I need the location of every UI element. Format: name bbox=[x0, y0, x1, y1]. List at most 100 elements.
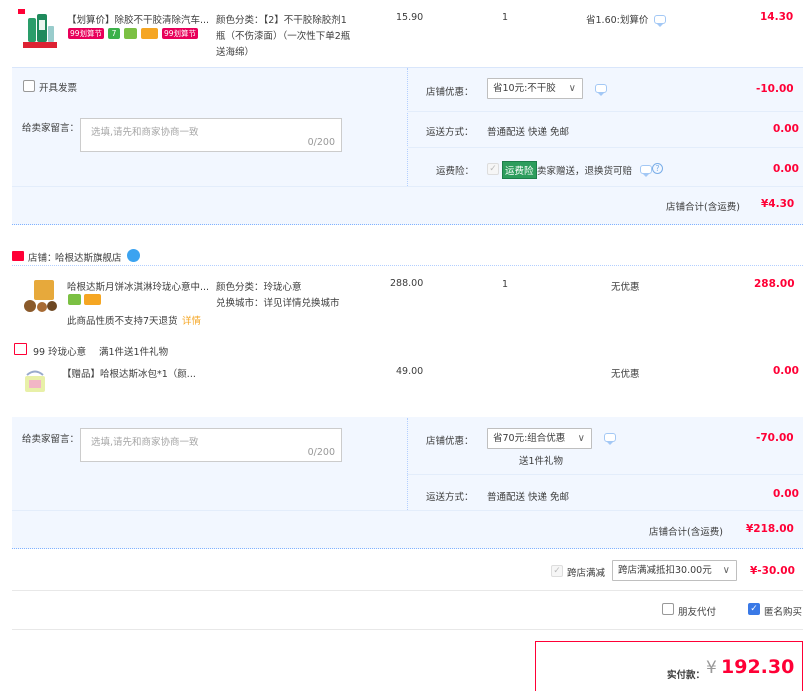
spec-line-1: 颜色分类：【2】不干胶除胶剂1 bbox=[216, 15, 347, 26]
panel-row-divider bbox=[407, 111, 803, 112]
panel-vertical-divider bbox=[407, 68, 408, 186]
panel-row-divider bbox=[407, 474, 803, 475]
gift-unit-price: 49.00 bbox=[396, 366, 424, 377]
product-thumbnail[interactable] bbox=[20, 276, 60, 314]
store-total-label: 店铺合计(含运费) bbox=[666, 202, 740, 213]
store-discount-label: 店铺优惠： bbox=[426, 87, 474, 98]
store-total-label: 店铺合计(含运费) bbox=[649, 527, 723, 538]
message-label: 给卖家留言： bbox=[22, 434, 80, 445]
store-discount-select[interactable]: 省70元:组合优惠 ∨ bbox=[487, 428, 592, 449]
item-subtotal: 288.00 bbox=[754, 278, 795, 290]
shipping-value: 普通配送 快递 免邮 bbox=[487, 492, 570, 503]
shipping-label: 运送方式： bbox=[426, 492, 474, 503]
card-icon bbox=[84, 294, 101, 305]
card-icon bbox=[141, 28, 158, 39]
promo-badge-99-second: 99划算节 bbox=[162, 28, 198, 39]
payment-currency: ¥ bbox=[706, 658, 717, 678]
insurance-label: 运费险： bbox=[436, 166, 475, 177]
section-divider bbox=[12, 629, 803, 630]
product-thumbnail[interactable] bbox=[20, 12, 60, 50]
store-header-divider bbox=[12, 265, 803, 266]
message-label: 给卖家留言： bbox=[22, 123, 80, 134]
comment-icon[interactable] bbox=[595, 84, 607, 96]
panel-vertical-divider bbox=[407, 418, 408, 510]
gift-promo: 满1件送1件礼物 bbox=[99, 347, 169, 358]
store-discount-select[interactable]: 省10元:不干胶 ∨ bbox=[487, 78, 583, 99]
cross-store-value: 跨店满减抵扣30.00元 bbox=[618, 565, 712, 576]
shipping-value: 普通配送 快递 免邮 bbox=[487, 127, 570, 138]
product-title-link[interactable]: 【划算价】除胶不干胶清除汽车... bbox=[67, 12, 217, 26]
discount-info: 无优惠 bbox=[611, 282, 640, 293]
message-char-count: 0/200 bbox=[307, 447, 335, 458]
invoice-checkbox[interactable] bbox=[23, 80, 35, 92]
comment-icon[interactable] bbox=[604, 433, 616, 445]
store-discount-amount: -70.00 bbox=[756, 432, 794, 444]
shipping-label: 运送方式： bbox=[426, 127, 474, 138]
product-title-link[interactable]: 哈根达斯月饼冰淇淋玲珑心意中... bbox=[67, 279, 215, 293]
item-subtotal: 14.30 bbox=[760, 11, 794, 23]
panel-row-divider bbox=[12, 510, 803, 511]
store-icon bbox=[12, 251, 24, 261]
store-total-value: ¥218.00 bbox=[746, 523, 794, 535]
wangwang-chat-icon[interactable] bbox=[127, 249, 140, 262]
cross-store-amount: ¥-30.00 bbox=[750, 565, 795, 577]
message-placeholder: 选填,请先和商家协商一致 bbox=[91, 127, 199, 138]
unit-price: 15.90 bbox=[396, 12, 424, 23]
store-discount-sub: 送1件礼物 bbox=[519, 456, 564, 467]
unit-price: 288.00 bbox=[390, 278, 424, 289]
help-icon[interactable]: ? bbox=[652, 163, 663, 174]
gift-thumbnail[interactable] bbox=[20, 366, 50, 396]
gift-header: 99 玲珑心意 bbox=[33, 347, 87, 358]
medal-icon bbox=[68, 294, 81, 305]
quantity: 1 bbox=[502, 279, 509, 290]
cross-store-label: 跨店满减 bbox=[567, 568, 606, 579]
section-divider bbox=[12, 590, 803, 591]
spec-line-1: 颜色分类：玲珑心意 bbox=[216, 282, 302, 293]
store-label: 店铺： bbox=[28, 253, 57, 264]
friend-pay-label: 朋友代付 bbox=[678, 607, 717, 618]
gift-icon bbox=[14, 343, 27, 355]
invoice-label: 开具发票 bbox=[39, 83, 78, 94]
chevron-down-icon: ∨ bbox=[722, 565, 730, 576]
details-link[interactable]: 详情 bbox=[182, 313, 201, 327]
quantity: 1 bbox=[502, 12, 509, 23]
cross-store-checkbox: ✓ bbox=[551, 565, 563, 577]
promo-badge-99: 99划算节 bbox=[68, 28, 104, 39]
insurance-tag: 运费险 bbox=[502, 161, 537, 179]
comment-icon[interactable] bbox=[654, 15, 666, 27]
chevron-down-icon: ∨ bbox=[577, 433, 585, 444]
insurance-value: 卖家赠送，退换货可赔 bbox=[537, 166, 633, 177]
spec-line-2: 瓶（不伤漆面）（一次性下单2瓶 bbox=[216, 31, 351, 42]
gift-subtotal: 0.00 bbox=[773, 365, 799, 377]
payment-amount: 192.30 bbox=[721, 656, 795, 678]
store-discount-label: 店铺优惠： bbox=[426, 436, 474, 447]
friend-pay-checkbox[interactable] bbox=[662, 603, 674, 615]
panel-row-divider bbox=[407, 147, 803, 148]
store-discount-value: 省70元:组合优惠 bbox=[493, 433, 566, 444]
insurance-checkbox: ✓ bbox=[487, 163, 499, 175]
gift-title-link[interactable]: 【赠品】哈根达斯冰包*1（颜... bbox=[62, 366, 198, 380]
shipping-amount: 0.00 bbox=[773, 123, 799, 135]
anonymous-checkbox[interactable]: ✓ bbox=[748, 603, 760, 615]
panel-row-divider bbox=[12, 186, 803, 187]
gift-discount: 无优惠 bbox=[611, 369, 640, 380]
message-char-count: 0/200 bbox=[307, 137, 335, 148]
store-name-link[interactable]: 哈根达斯旗舰店 bbox=[55, 250, 122, 264]
spec-line-2: 兑换城市：详见详情兑换城市 bbox=[216, 298, 340, 309]
chevron-down-icon: ∨ bbox=[568, 83, 576, 94]
no-return-note: 此商品性质不支持7天退货 bbox=[67, 316, 178, 327]
medal-icon bbox=[124, 28, 137, 39]
store-total-value: ¥4.30 bbox=[761, 198, 795, 210]
message-placeholder: 选填,请先和商家协商一致 bbox=[91, 437, 199, 448]
cross-store-select[interactable]: 跨店满减抵扣30.00元 ∨ bbox=[612, 560, 737, 581]
comment-icon[interactable] bbox=[640, 165, 652, 177]
payment-label: 实付款： bbox=[667, 670, 706, 681]
discount-info: 省1.60:划算价 bbox=[586, 15, 649, 26]
store-discount-amount: -10.00 bbox=[756, 83, 794, 95]
anonymous-label: 匿名购买 bbox=[764, 607, 803, 618]
seller-message-input[interactable]: 选填,请先和商家协商一致 0/200 bbox=[80, 118, 342, 152]
store-discount-value: 省10元:不干胶 bbox=[493, 83, 556, 94]
payment-box: 实付款： ¥ 192.30 bbox=[535, 641, 803, 691]
insurance-amount: 0.00 bbox=[773, 163, 799, 175]
seller-message-input[interactable]: 选填,请先和商家协商一致 0/200 bbox=[80, 428, 342, 462]
